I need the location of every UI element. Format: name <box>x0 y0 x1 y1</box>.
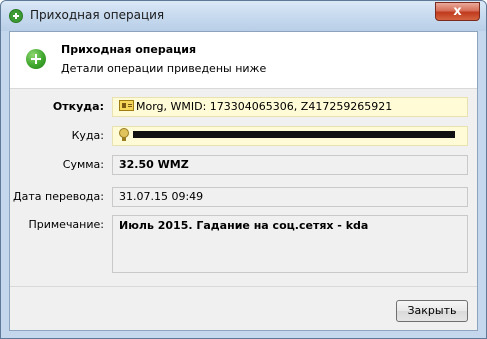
amount-field[interactable]: 32.50 WMZ <box>112 155 468 175</box>
id-card-icon <box>119 100 134 111</box>
dialog-footer: Закрыть <box>10 286 477 330</box>
note-field[interactable]: Июль 2015. Гадание на соц.сетях - kda <box>112 215 468 273</box>
window-title: Приходная операция <box>30 8 165 22</box>
note-label: Примечание: <box>28 218 104 231</box>
date-value: 31.07.15 09:49 <box>119 190 204 203</box>
close-button[interactable]: Закрыть <box>396 300 468 322</box>
amount-value: 32.50 WMZ <box>119 158 189 171</box>
window-close-button[interactable]: x <box>435 2 480 21</box>
header-title: Приходная операция <box>61 43 197 56</box>
header-subtitle: Детали операции приведены ниже <box>61 62 267 75</box>
date-label: Дата перевода: <box>13 190 104 203</box>
redacted-recipient <box>133 131 455 138</box>
from-value: Morg, WMID: 173304065306, Z417259265921 <box>136 100 393 113</box>
to-field[interactable] <box>112 126 468 146</box>
green-plus-icon <box>26 49 46 69</box>
medal-icon <box>119 128 129 141</box>
title-bar[interactable]: Приходная операция x <box>1 1 486 31</box>
from-label: Откуда: <box>52 100 104 113</box>
dialog-client-area: Приходная операция Детали операции приве… <box>9 31 478 331</box>
green-plus-icon <box>9 9 23 23</box>
note-value: Июль 2015. Гадание на соц.сетях - kda <box>119 219 369 232</box>
to-label: Куда: <box>71 129 104 142</box>
from-field[interactable]: Morg, WMID: 173304065306, Z417259265921 <box>112 97 468 117</box>
close-icon: x <box>453 4 462 19</box>
date-field[interactable]: 31.07.15 09:49 <box>112 187 468 207</box>
dialog-header: Приходная операция Детали операции приве… <box>10 32 477 89</box>
dialog-window: Приходная операция x Приходная операция … <box>0 0 487 339</box>
amount-label: Сумма: <box>62 158 104 171</box>
